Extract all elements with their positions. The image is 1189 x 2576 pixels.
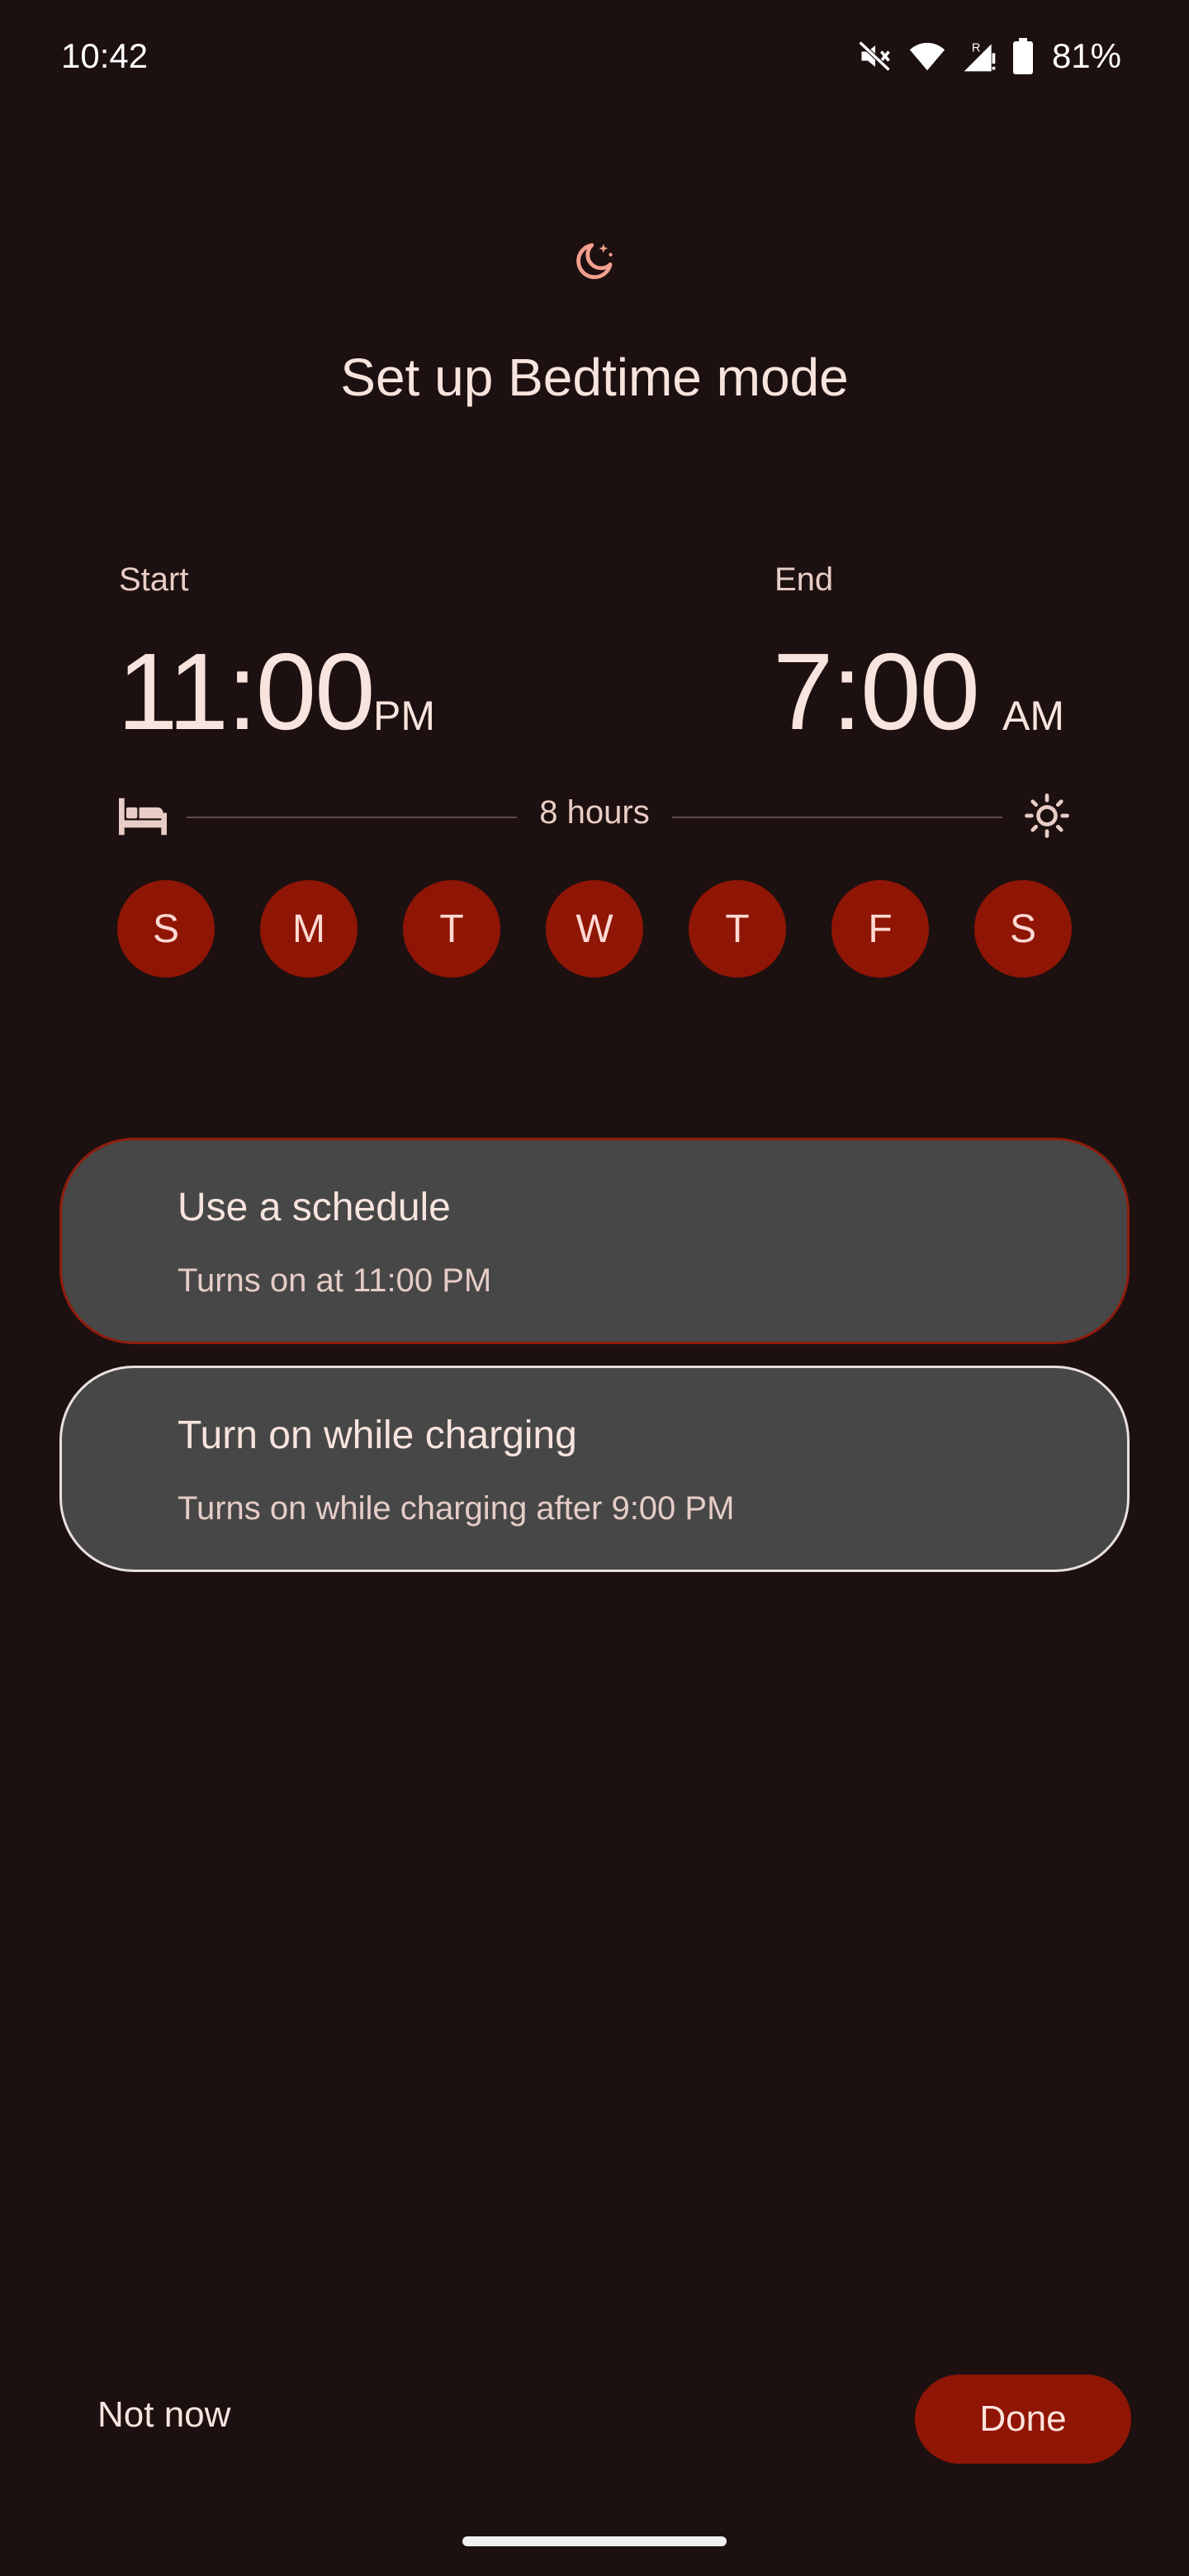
duration-line-right <box>672 817 1002 818</box>
start-ampm[interactable]: PM <box>373 692 435 740</box>
bedtime-moon-icon <box>576 243 613 280</box>
duration-text: 8 hours <box>539 794 650 831</box>
wifi-icon <box>909 42 945 71</box>
sun-icon <box>1025 793 1069 838</box>
start-time[interactable]: 11:00 <box>117 634 376 750</box>
day-sunday[interactable]: S <box>117 880 215 978</box>
page-title: Set up Bedtime mode <box>340 348 849 407</box>
svg-text:R: R <box>972 42 981 55</box>
day-monday[interactable]: M <box>260 880 358 978</box>
day-friday[interactable]: F <box>831 880 929 978</box>
duration-row: 8 hours <box>119 791 1070 842</box>
day-saturday[interactable]: S <box>974 880 1072 978</box>
day-selector: S M T W T F S <box>117 880 1072 978</box>
not-now-button[interactable]: Not now <box>97 2394 230 2436</box>
end-time[interactable]: 7:00 <box>773 634 980 750</box>
start-label: Start <box>119 561 189 598</box>
battery-icon <box>1012 38 1033 74</box>
option-use-schedule[interactable]: Use a schedule Turns on at 11:00 PM <box>59 1138 1130 1344</box>
mute-icon <box>858 40 891 72</box>
status-time: 10:42 <box>61 36 149 75</box>
option-subtitle: Turns on while charging after 9:00 PM <box>178 1490 735 1527</box>
done-button[interactable]: Done <box>915 2375 1131 2464</box>
option-subtitle: Turns on at 11:00 PM <box>178 1262 492 1299</box>
option-while-charging[interactable]: Turn on while charging Turns on while ch… <box>59 1366 1130 1572</box>
bedtime-setup-screen: 10:42 R 81% Set up Bedtime mode Start 11… <box>0 0 1189 2576</box>
option-title: Turn on while charging <box>178 1413 577 1457</box>
day-thursday[interactable]: T <box>689 880 786 978</box>
status-icons: R 81% <box>857 35 1121 78</box>
day-wednesday[interactable]: W <box>546 880 643 978</box>
end-ampm[interactable]: AM <box>1002 692 1064 740</box>
signal-icon: R <box>964 42 996 72</box>
battery-percent: 81% <box>1051 36 1121 75</box>
home-indicator[interactable] <box>462 2536 727 2546</box>
end-label: End <box>775 561 834 598</box>
option-title: Use a schedule <box>178 1186 451 1229</box>
day-tuesday[interactable]: T <box>403 880 500 978</box>
